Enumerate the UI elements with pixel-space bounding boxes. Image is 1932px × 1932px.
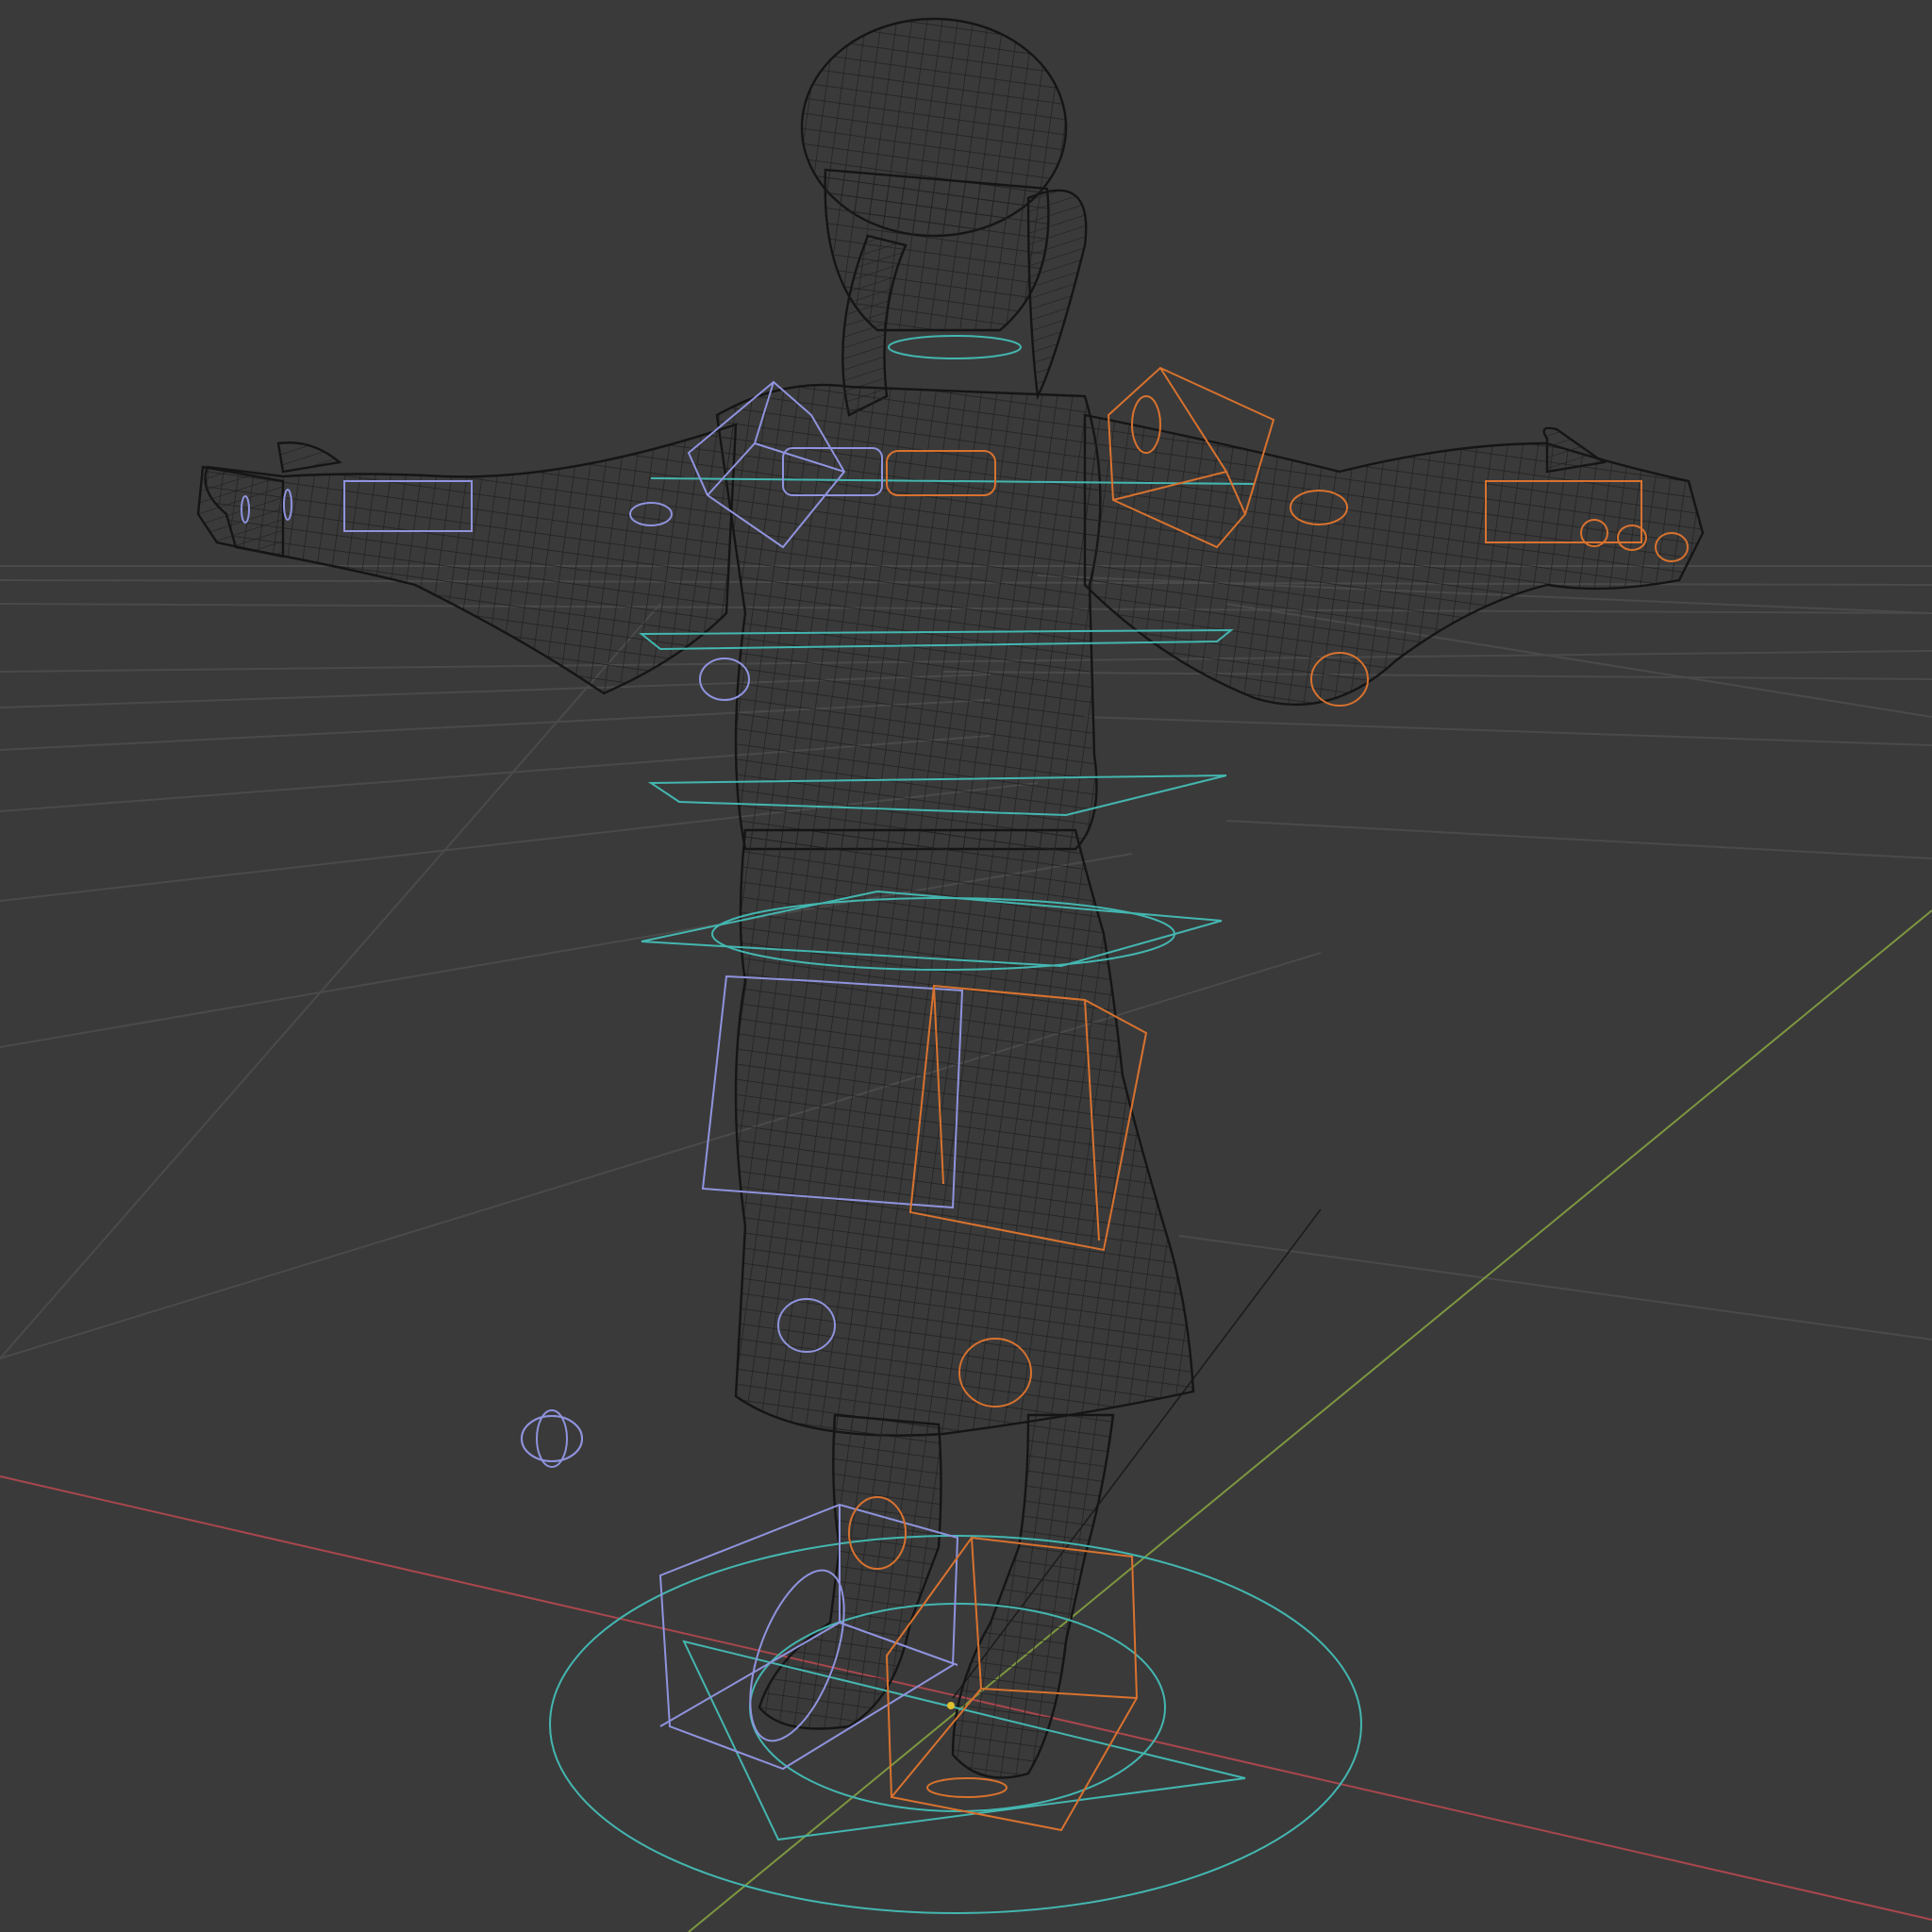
neck-control[interactable] xyxy=(888,335,1022,359)
floating-pole-control[interactable] xyxy=(521,1415,583,1462)
viewport-canvas[interactable] xyxy=(0,0,1932,1932)
right-heel-control[interactable] xyxy=(926,1777,1008,1798)
3d-viewport[interactable] xyxy=(0,0,1932,1932)
origin-point[interactable] xyxy=(947,1702,955,1709)
